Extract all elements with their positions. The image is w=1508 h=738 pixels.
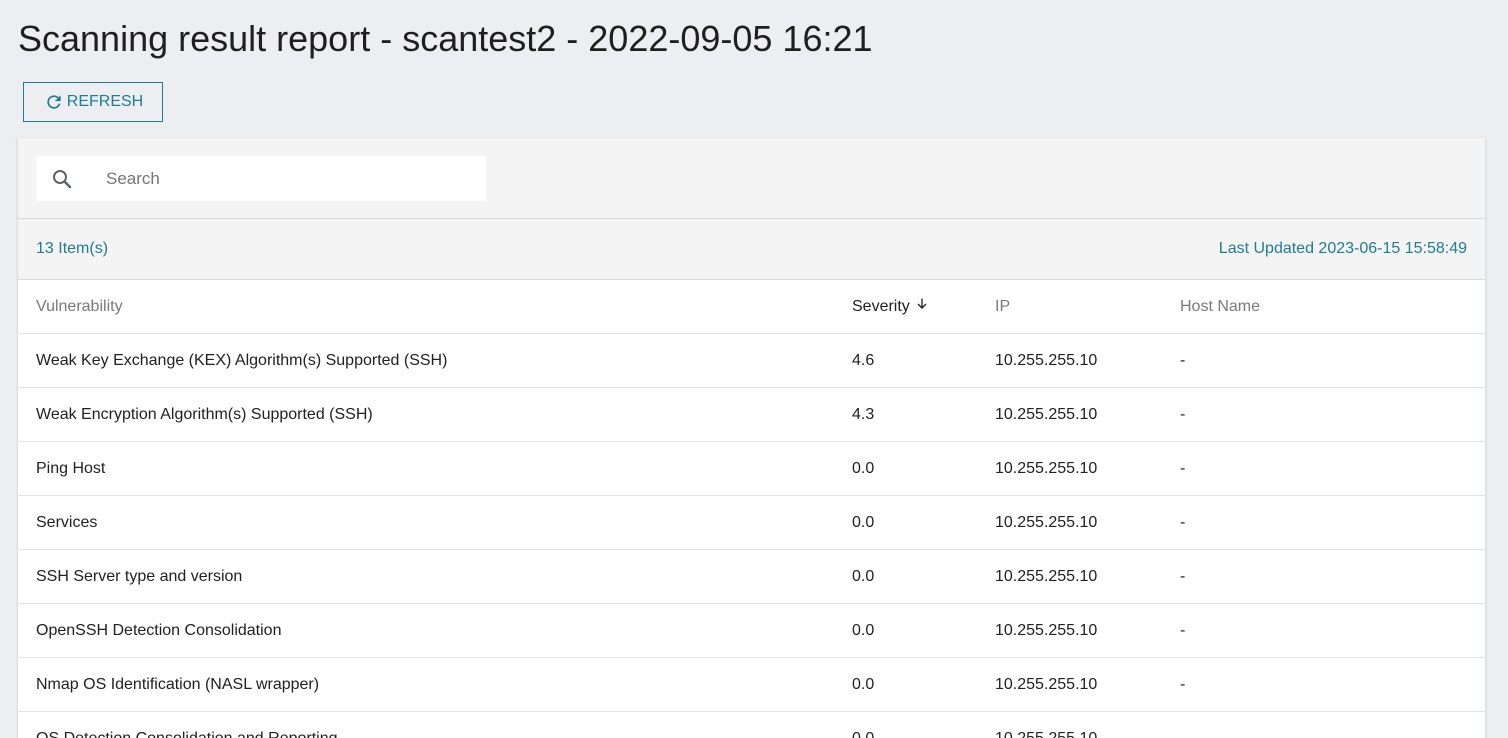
cell-severity: 0.0 [834,495,977,550]
cell-vulnerability: OpenSSH Detection Consolidation [18,603,834,658]
cell-host-name: - [1162,387,1485,442]
table-row[interactable]: SSH Server type and version 0.0 10.255.2… [18,549,1485,604]
cell-severity: 0.0 [834,441,977,496]
arrow-down-icon [914,296,930,317]
table-row[interactable]: Weak Encryption Algorithm(s) Supported (… [18,387,1485,442]
cell-vulnerability: OS Detection Consolidation and Reporting [18,711,834,738]
item-count: 13 Item(s) [36,240,109,257]
cell-severity: 0.0 [834,603,977,658]
column-label: Host Name [1180,297,1261,315]
cell-severity: 4.3 [834,387,977,442]
cell-host-name: - [1162,333,1485,388]
column-header-ip[interactable]: IP [977,280,1162,334]
cell-host-name: - [1162,549,1485,604]
column-label: Severity [852,297,910,315]
cell-host-name: - [1162,441,1485,496]
table-row[interactable]: OpenSSH Detection Consolidation 0.0 10.2… [18,603,1485,658]
refresh-button[interactable]: REFRESH [23,82,163,122]
table-toolbar [18,138,1485,219]
cell-vulnerability: Services [18,495,834,550]
search-box[interactable] [36,156,486,201]
cell-ip: 10.255.255.10 [977,657,1162,712]
search-input[interactable] [104,167,468,190]
cell-vulnerability: Weak Encryption Algorithm(s) Supported (… [18,387,834,442]
table-header-row: Vulnerability Severity IP Host Name [18,280,1485,334]
search-icon [36,156,88,201]
page-title: Scanning result report - scantest2 - 202… [18,18,873,59]
cell-severity: 0.0 [834,657,977,712]
cell-severity: 0.0 [834,711,977,738]
cell-vulnerability: Ping Host [18,441,834,496]
cell-ip: 10.255.255.10 [977,333,1162,388]
column-header-vulnerability[interactable]: Vulnerability [18,280,834,334]
cell-host-name: - [1162,495,1485,550]
summary-bar: 13 Item(s) Last Updated 2023-06-15 15:58… [18,219,1485,280]
cell-ip: 10.255.255.10 [977,387,1162,442]
cell-host-name: - [1162,711,1485,738]
last-updated: Last Updated 2023-06-15 15:58:49 [1218,240,1467,257]
table-row[interactable]: Ping Host 0.0 10.255.255.10 - [18,441,1485,496]
page: Scanning result report - scantest2 - 202… [0,0,1508,738]
cell-vulnerability: Weak Key Exchange (KEX) Algorithm(s) Sup… [18,333,834,388]
cell-severity: 0.0 [834,549,977,604]
cell-host-name: - [1162,603,1485,658]
cell-ip: 10.255.255.10 [977,711,1162,738]
cell-vulnerability: SSH Server type and version [18,549,834,604]
table-row[interactable]: Weak Key Exchange (KEX) Algorithm(s) Sup… [18,333,1485,388]
column-header-severity[interactable]: Severity [834,280,977,334]
cell-severity: 4.6 [834,333,977,388]
cell-ip: 10.255.255.10 [977,495,1162,550]
column-label: Vulnerability [36,297,123,315]
refresh-label: REFRESH [66,93,144,110]
cell-host-name: - [1162,657,1485,712]
cell-ip: 10.255.255.10 [977,441,1162,496]
cell-ip: 10.255.255.10 [977,603,1162,658]
column-label: IP [995,297,1011,315]
results-table: Vulnerability Severity IP Host Name Weak… [18,280,1485,738]
results-card: 13 Item(s) Last Updated 2023-06-15 15:58… [18,138,1485,738]
table-row[interactable]: Services 0.0 10.255.255.10 - [18,495,1485,550]
column-header-host-name[interactable]: Host Name [1162,280,1485,334]
cell-ip: 10.255.255.10 [977,549,1162,604]
table-row[interactable]: OS Detection Consolidation and Reporting… [18,711,1485,738]
table-row[interactable]: Nmap OS Identification (NASL wrapper) 0.… [18,657,1485,712]
refresh-icon [43,91,65,113]
cell-vulnerability: Nmap OS Identification (NASL wrapper) [18,657,834,712]
